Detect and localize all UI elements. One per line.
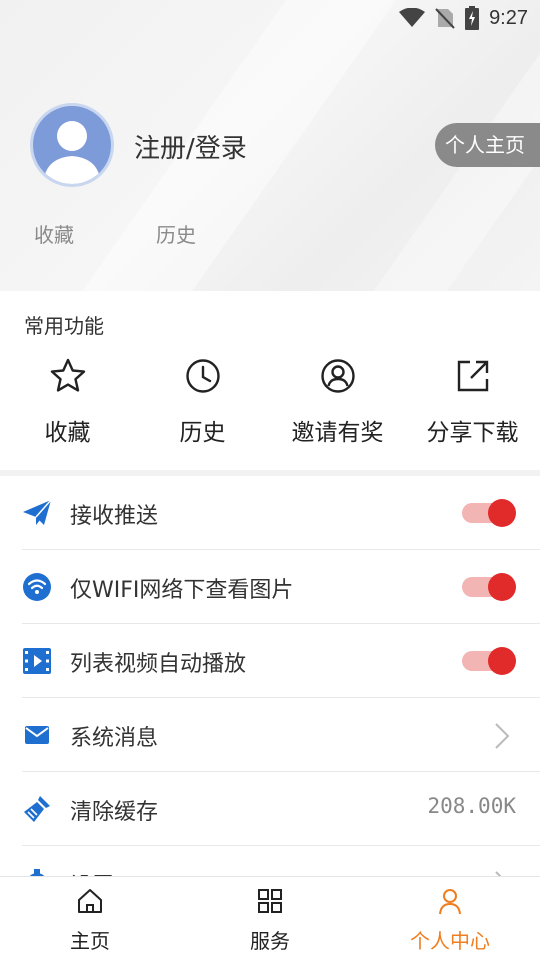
status-bar: 9:27: [399, 4, 528, 32]
toggle-knob: [488, 573, 516, 601]
setting-row-wifi-images[interactable]: 仅WIFI网络下查看图片: [0, 550, 540, 624]
quick-link-history[interactable]: 历史: [156, 219, 196, 248]
video-icon: [23, 648, 51, 674]
bottom-navigation: 主页 服务 个人中心: [0, 876, 540, 960]
grid-icon: [258, 889, 282, 913]
default-avatar-icon: [43, 121, 101, 184]
setting-label: 仅WIFI网络下查看图片: [70, 578, 294, 603]
setting-row-system-messages[interactable]: 系统消息: [0, 698, 540, 772]
profile-header: 9:27 注册/登录 个人主页 收藏 历史: [0, 0, 540, 291]
user-circle-icon: [320, 359, 355, 393]
wifi-icon: [399, 8, 426, 27]
nav-label: 主页: [70, 929, 110, 953]
setting-label: 系统消息: [70, 726, 159, 751]
chevron-right-icon: [495, 723, 510, 749]
nav-label: 服务: [250, 929, 290, 953]
setting-label: 接收推送: [70, 504, 159, 529]
cache-size-value: 208.00K: [427, 794, 516, 818]
no-sim-icon: [435, 8, 455, 29]
toggle-knob: [488, 499, 516, 527]
person-icon: [439, 889, 461, 915]
feature-history[interactable]: 历史: [135, 357, 270, 457]
setting-label: 列表视频自动播放: [70, 652, 247, 677]
avatar[interactable]: [30, 103, 114, 187]
clock-time: 9:27: [489, 6, 528, 29]
star-icon: [50, 358, 85, 392]
feature-label: 收藏: [44, 420, 91, 446]
feature-label: 邀请有奖: [291, 420, 384, 446]
paper-plane-icon: [23, 499, 52, 525]
section-title: 常用功能: [24, 314, 104, 338]
nav-services[interactable]: 服务: [180, 877, 360, 960]
common-features-panel: 常用功能 收藏 历史 邀请有奖 分享下载: [0, 291, 540, 470]
push-toggle[interactable]: [462, 498, 516, 528]
nav-label: 个人中心: [410, 929, 490, 953]
setting-row-clear-cache[interactable]: 清除缓存 208.00K: [0, 772, 540, 846]
feature-invite-reward[interactable]: 邀请有奖: [270, 357, 405, 457]
mail-icon: [25, 726, 49, 744]
quick-link-favorites[interactable]: 收藏: [34, 219, 74, 248]
wifi-circle-icon: [23, 573, 51, 601]
home-icon: [78, 889, 102, 913]
setting-label: 设置: [70, 868, 114, 876]
clock-icon: [185, 359, 220, 393]
feature-share-download[interactable]: 分享下载: [405, 357, 540, 457]
share-icon: [457, 360, 488, 392]
nav-home[interactable]: 主页: [0, 877, 180, 960]
autoplay-toggle[interactable]: [462, 646, 516, 676]
toggle-knob: [488, 647, 516, 675]
nav-personal-center[interactable]: 个人中心: [360, 877, 540, 960]
feature-label: 分享下载: [426, 420, 519, 446]
feature-label: 历史: [179, 420, 226, 446]
settings-list: 接收推送 仅WIFI网络下查看图片 列表视频自动播放 系统消息 清除缓存 208…: [0, 476, 540, 876]
login-register-link[interactable]: 注册/登录: [134, 128, 247, 165]
setting-row-settings[interactable]: 设置: [0, 846, 540, 876]
setting-row-autoplay[interactable]: 列表视频自动播放: [0, 624, 540, 698]
battery-charging-icon: [465, 6, 480, 30]
broom-icon: [24, 796, 50, 822]
feature-favorites[interactable]: 收藏: [0, 357, 135, 457]
gear-icon: [29, 869, 45, 876]
wifi-images-toggle[interactable]: [462, 572, 516, 602]
personal-homepage-button[interactable]: 个人主页: [435, 123, 540, 167]
setting-row-push[interactable]: 接收推送: [0, 476, 540, 550]
setting-label: 清除缓存: [70, 800, 159, 825]
